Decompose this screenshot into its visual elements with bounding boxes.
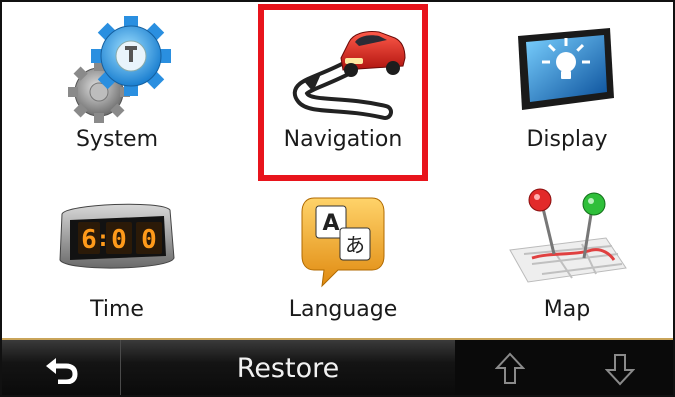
display-label: Display — [526, 127, 608, 152]
system-label: System — [75, 127, 159, 152]
language-bubble-icon: A あ — [301, 197, 385, 288]
language-label: Language — [288, 297, 398, 322]
bottom-toolbar: Restore — [2, 338, 673, 395]
settings-screen: System Navigation Display 6: 0 0 Time A… — [0, 0, 675, 397]
clock-minute-ones: 0 — [141, 225, 157, 255]
alarm-clock-icon: 6 : 0 0 — [59, 203, 175, 269]
arrow-down-icon — [604, 354, 636, 386]
language-glyph-b: あ — [345, 233, 365, 257]
back-button[interactable] — [2, 340, 121, 395]
map-tile[interactable]: Map — [482, 174, 652, 334]
clock-colon: : — [96, 227, 109, 252]
clock-hour-digit: 6 — [81, 225, 97, 255]
back-arrow-icon — [46, 357, 78, 384]
clock-minute-tens: 0 — [111, 225, 127, 255]
arrow-up-icon — [494, 352, 526, 384]
map-label: Map — [543, 297, 591, 322]
time-label: Time — [90, 297, 144, 322]
car-route-icon — [292, 31, 406, 120]
display-tile[interactable]: Display — [482, 4, 652, 164]
navigation-label: Navigation — [283, 127, 403, 152]
time-tile[interactable]: 6 : 0 0 Time — [32, 174, 202, 334]
scroll-down-button[interactable] — [604, 352, 636, 390]
gears-icon — [68, 16, 171, 123]
settings-grid: System Navigation Display 6: 0 0 Time A… — [2, 2, 673, 338]
language-glyph-a: A — [322, 211, 339, 236]
system-tile[interactable]: System — [32, 4, 202, 164]
navigation-tile[interactable]: Navigation — [258, 4, 428, 164]
scroll-arrows — [455, 340, 673, 395]
restore-button[interactable]: Restore — [121, 340, 455, 395]
restore-label: Restore — [236, 353, 340, 384]
language-tile[interactable]: A あ Language — [258, 174, 428, 334]
display-bulb-icon — [518, 28, 614, 110]
scroll-up-button[interactable] — [494, 352, 526, 390]
map-pins-icon — [509, 188, 627, 283]
